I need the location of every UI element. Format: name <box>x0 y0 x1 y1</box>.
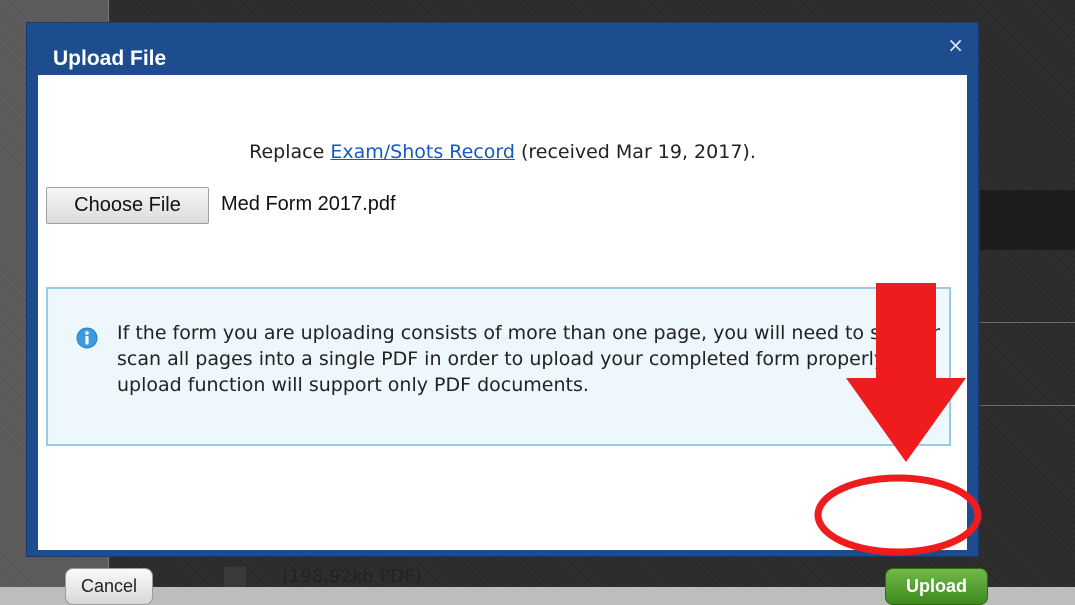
replace-prefix: Replace <box>249 141 331 163</box>
close-icon[interactable]: × <box>947 35 964 55</box>
info-message-text: If the form you are uploading consists o… <box>117 322 941 396</box>
bottom-file-size: (198.92kb PDF) <box>282 566 422 587</box>
info-message-box: If the form you are uploading consists o… <box>46 287 951 446</box>
pdf-file-icon <box>224 567 246 587</box>
page-divider <box>980 405 1075 406</box>
replace-suffix: (received Mar 19, 2017). <box>514 141 756 163</box>
info-icon <box>76 327 98 349</box>
exam-shots-record-link[interactable]: Exam/Shots Record <box>330 141 515 163</box>
page-divider <box>980 322 1075 323</box>
upload-file-dialog: Upload File × Replace Exam/Shots Record … <box>26 22 988 605</box>
dialog-title: Upload File <box>53 47 167 70</box>
selected-file-name: Med Form 2017.pdf <box>221 193 396 215</box>
replace-description: Replace Exam/Shots Record (received Mar … <box>38 141 967 163</box>
dialog-body: Replace Exam/Shots Record (received Mar … <box>38 75 988 605</box>
choose-file-button[interactable]: Choose File <box>46 187 209 224</box>
page-header-band <box>980 190 1075 250</box>
